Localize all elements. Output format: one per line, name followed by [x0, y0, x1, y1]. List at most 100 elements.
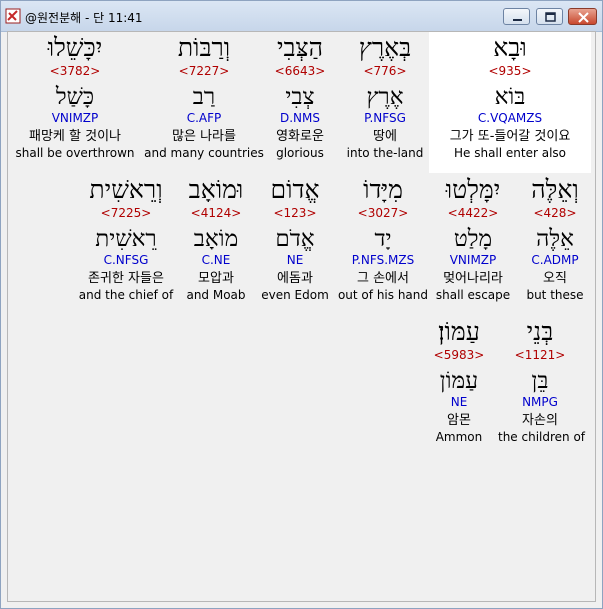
korean-gloss: 모압과 [198, 271, 234, 286]
hebrew-word: עַמּוֹן׃ [438, 317, 480, 346]
app-window: @원전분해 - 단 11:41 וּבָא <935> בּוֹא C.VQAM… [0, 0, 603, 609]
morphology-code: NE [286, 253, 304, 267]
strong-number: <7225> [100, 206, 152, 220]
lemma: מוֹאָב [193, 226, 239, 252]
word-cell[interactable]: וּמוֹאָב <4124> מוֹאָב C.NE 모압과 and Moab [178, 175, 254, 303]
english-gloss: out of his hand [337, 288, 429, 302]
morphology-code: C.NE [201, 253, 231, 267]
word-cell[interactable]: יִמָּלְטוּ <4422> מָלַט VNIMZP 멎어나리라 sha… [430, 175, 516, 303]
word-cell[interactable]: וְרַבּוֹת <7227> רַב C.AFP 많은 나라를 and ma… [142, 33, 266, 161]
close-button[interactable] [568, 8, 597, 25]
strong-number: <935> [488, 64, 532, 78]
strong-number: <3782> [49, 64, 101, 78]
word-cell[interactable]: מִיָּדוֹ <3027> יָד P.NFS.MZS 그 손에서 out … [336, 175, 430, 303]
hebrew-word: אֱדוֹם [270, 175, 320, 204]
korean-gloss: 존귀한 자들은 [88, 271, 164, 286]
lemma: מָלַט [453, 226, 493, 252]
morphology-code: C.ADMP [531, 253, 579, 267]
word-cell[interactable]: עַמּוֹן׃ <5983> עַמּוֹן NE 암몬 Ammon [420, 317, 498, 445]
lemma: עַמּוֹן [439, 368, 479, 394]
morphology-code: C.NFSG [103, 253, 149, 267]
korean-gloss: 자손의 [522, 413, 558, 428]
word-analysis-panel: וּבָא <935> בּוֹא C.VQAMZS 그가 또-들어갈 것이요 … [7, 31, 596, 602]
close-icon [578, 12, 589, 23]
lemma: צְבִי [285, 84, 315, 110]
hebrew-word: וְרַבּוֹת [177, 33, 231, 62]
korean-gloss: 많은 나라를 [172, 129, 236, 144]
app-logo-icon [5, 8, 21, 24]
strong-number: <6643> [274, 64, 326, 78]
hebrew-word: יִמָּלְטוּ [445, 175, 501, 204]
korean-gloss: 영화로운 [276, 129, 324, 144]
english-gloss: and the chief of [78, 288, 174, 302]
lemma: רַב [192, 84, 216, 110]
hebrew-word: וּבָא [493, 33, 527, 62]
english-gloss: the children of [498, 430, 586, 444]
morphology-code: P.NFSG [364, 111, 406, 125]
morphology-code: D.NMS [279, 111, 320, 125]
english-gloss: but these [526, 288, 584, 302]
morphology-code: NE [450, 395, 468, 409]
morphology-code: C.VQAMZS [477, 111, 543, 125]
korean-gloss: 패망케 할 것이나 [29, 129, 121, 144]
strong-number: <123> [273, 206, 317, 220]
lemma: בּוֹא [494, 84, 526, 110]
korean-gloss: 멎어나리라 [443, 271, 503, 286]
strong-number: <1121> [514, 348, 566, 362]
morphology-code: C.AFP [186, 111, 222, 125]
hebrew-word: הַצְּבִי [276, 33, 324, 62]
lemma: רֵאשִׁית [95, 226, 157, 252]
strong-number: <4124> [190, 206, 242, 220]
window-title: @원전분해 - 단 11:41 [25, 11, 143, 25]
maximize-button[interactable] [536, 8, 563, 25]
strong-number: <7227> [178, 64, 230, 78]
english-gloss: Ammon [435, 430, 483, 444]
hebrew-word: מִיָּדוֹ [363, 175, 403, 204]
lemma: כָּשַׁל [55, 84, 95, 110]
korean-gloss: 에돔과 [277, 271, 313, 286]
english-gloss: glorious [276, 146, 324, 160]
english-gloss: He shall enter also [453, 146, 567, 160]
hebrew-word: בְּנֵי [526, 317, 554, 346]
english-gloss: into the-land [346, 146, 424, 160]
minimize-button[interactable] [503, 8, 530, 25]
word-cell[interactable]: הַצְּבִי <6643> צְבִי D.NMS 영화로운 gloriou… [258, 33, 342, 161]
word-cell[interactable]: וְאֵלֶּה <428> אֵלֶּה C.ADMP 오직 but thes… [516, 175, 594, 303]
maximize-icon [545, 12, 556, 22]
korean-gloss: 오직 [543, 271, 567, 286]
strong-number: <776> [363, 64, 407, 78]
lemma: בֵּן [531, 368, 549, 394]
word-cell[interactable]: בְּאֶרֶץ <776> אֶרֶץ P.NFSG 땅에 into the-… [342, 33, 428, 161]
morphology-code: VNIMZP [449, 253, 497, 267]
english-gloss: and Moab [186, 288, 246, 302]
english-gloss: shall be overthrown [15, 146, 135, 160]
lemma: אֱדֹם [275, 226, 315, 252]
english-gloss: even Edom [261, 288, 329, 302]
word-cell[interactable]: בְּנֵי <1121> בֵּן NMPG 자손의 the children… [498, 317, 586, 445]
strong-number: <5983> [433, 348, 485, 362]
korean-gloss: 그 손에서 [357, 271, 409, 286]
korean-gloss: 암몬 [447, 413, 471, 428]
word-cell[interactable]: וּבָא <935> בּוֹא C.VQAMZS 그가 또-들어갈 것이요 … [429, 33, 591, 161]
lemma: יָד [374, 226, 392, 252]
morphology-code: VNIMZP [51, 111, 99, 125]
strong-number: <428> [533, 206, 577, 220]
word-cell[interactable]: וְרֵאשִׁית <7225> רֵאשִׁית C.NFSG 존귀한 자들… [74, 175, 178, 303]
word-cell[interactable]: יִכָּשֵׁלוּ <3782> כָּשַׁל VNIMZP 패망케 할 … [10, 33, 140, 161]
strong-number: <3027> [357, 206, 409, 220]
english-gloss: shall escape [435, 288, 511, 302]
strong-number: <4422> [447, 206, 499, 220]
morphology-code: P.NFS.MZS [351, 253, 415, 267]
korean-gloss: 그가 또-들어갈 것이요 [449, 129, 571, 144]
minimize-icon [513, 19, 522, 21]
hebrew-word: יִכָּשֵׁלוּ [47, 33, 103, 62]
hebrew-word: וְאֵלֶּה [531, 175, 579, 204]
title-bar[interactable]: @원전분해 - 단 11:41 [1, 1, 602, 32]
hebrew-word: וּמוֹאָב [188, 175, 244, 204]
korean-gloss: 땅에 [373, 129, 397, 144]
morphology-code: NMPG [522, 395, 558, 409]
hebrew-word: בְּאֶרֶץ [358, 33, 412, 62]
lemma: אֶרֶץ [366, 84, 404, 110]
hebrew-word: וְרֵאשִׁית [89, 175, 163, 204]
word-cell[interactable]: אֱדוֹם <123> אֱדֹם NE 에돔과 even Edom [254, 175, 336, 303]
